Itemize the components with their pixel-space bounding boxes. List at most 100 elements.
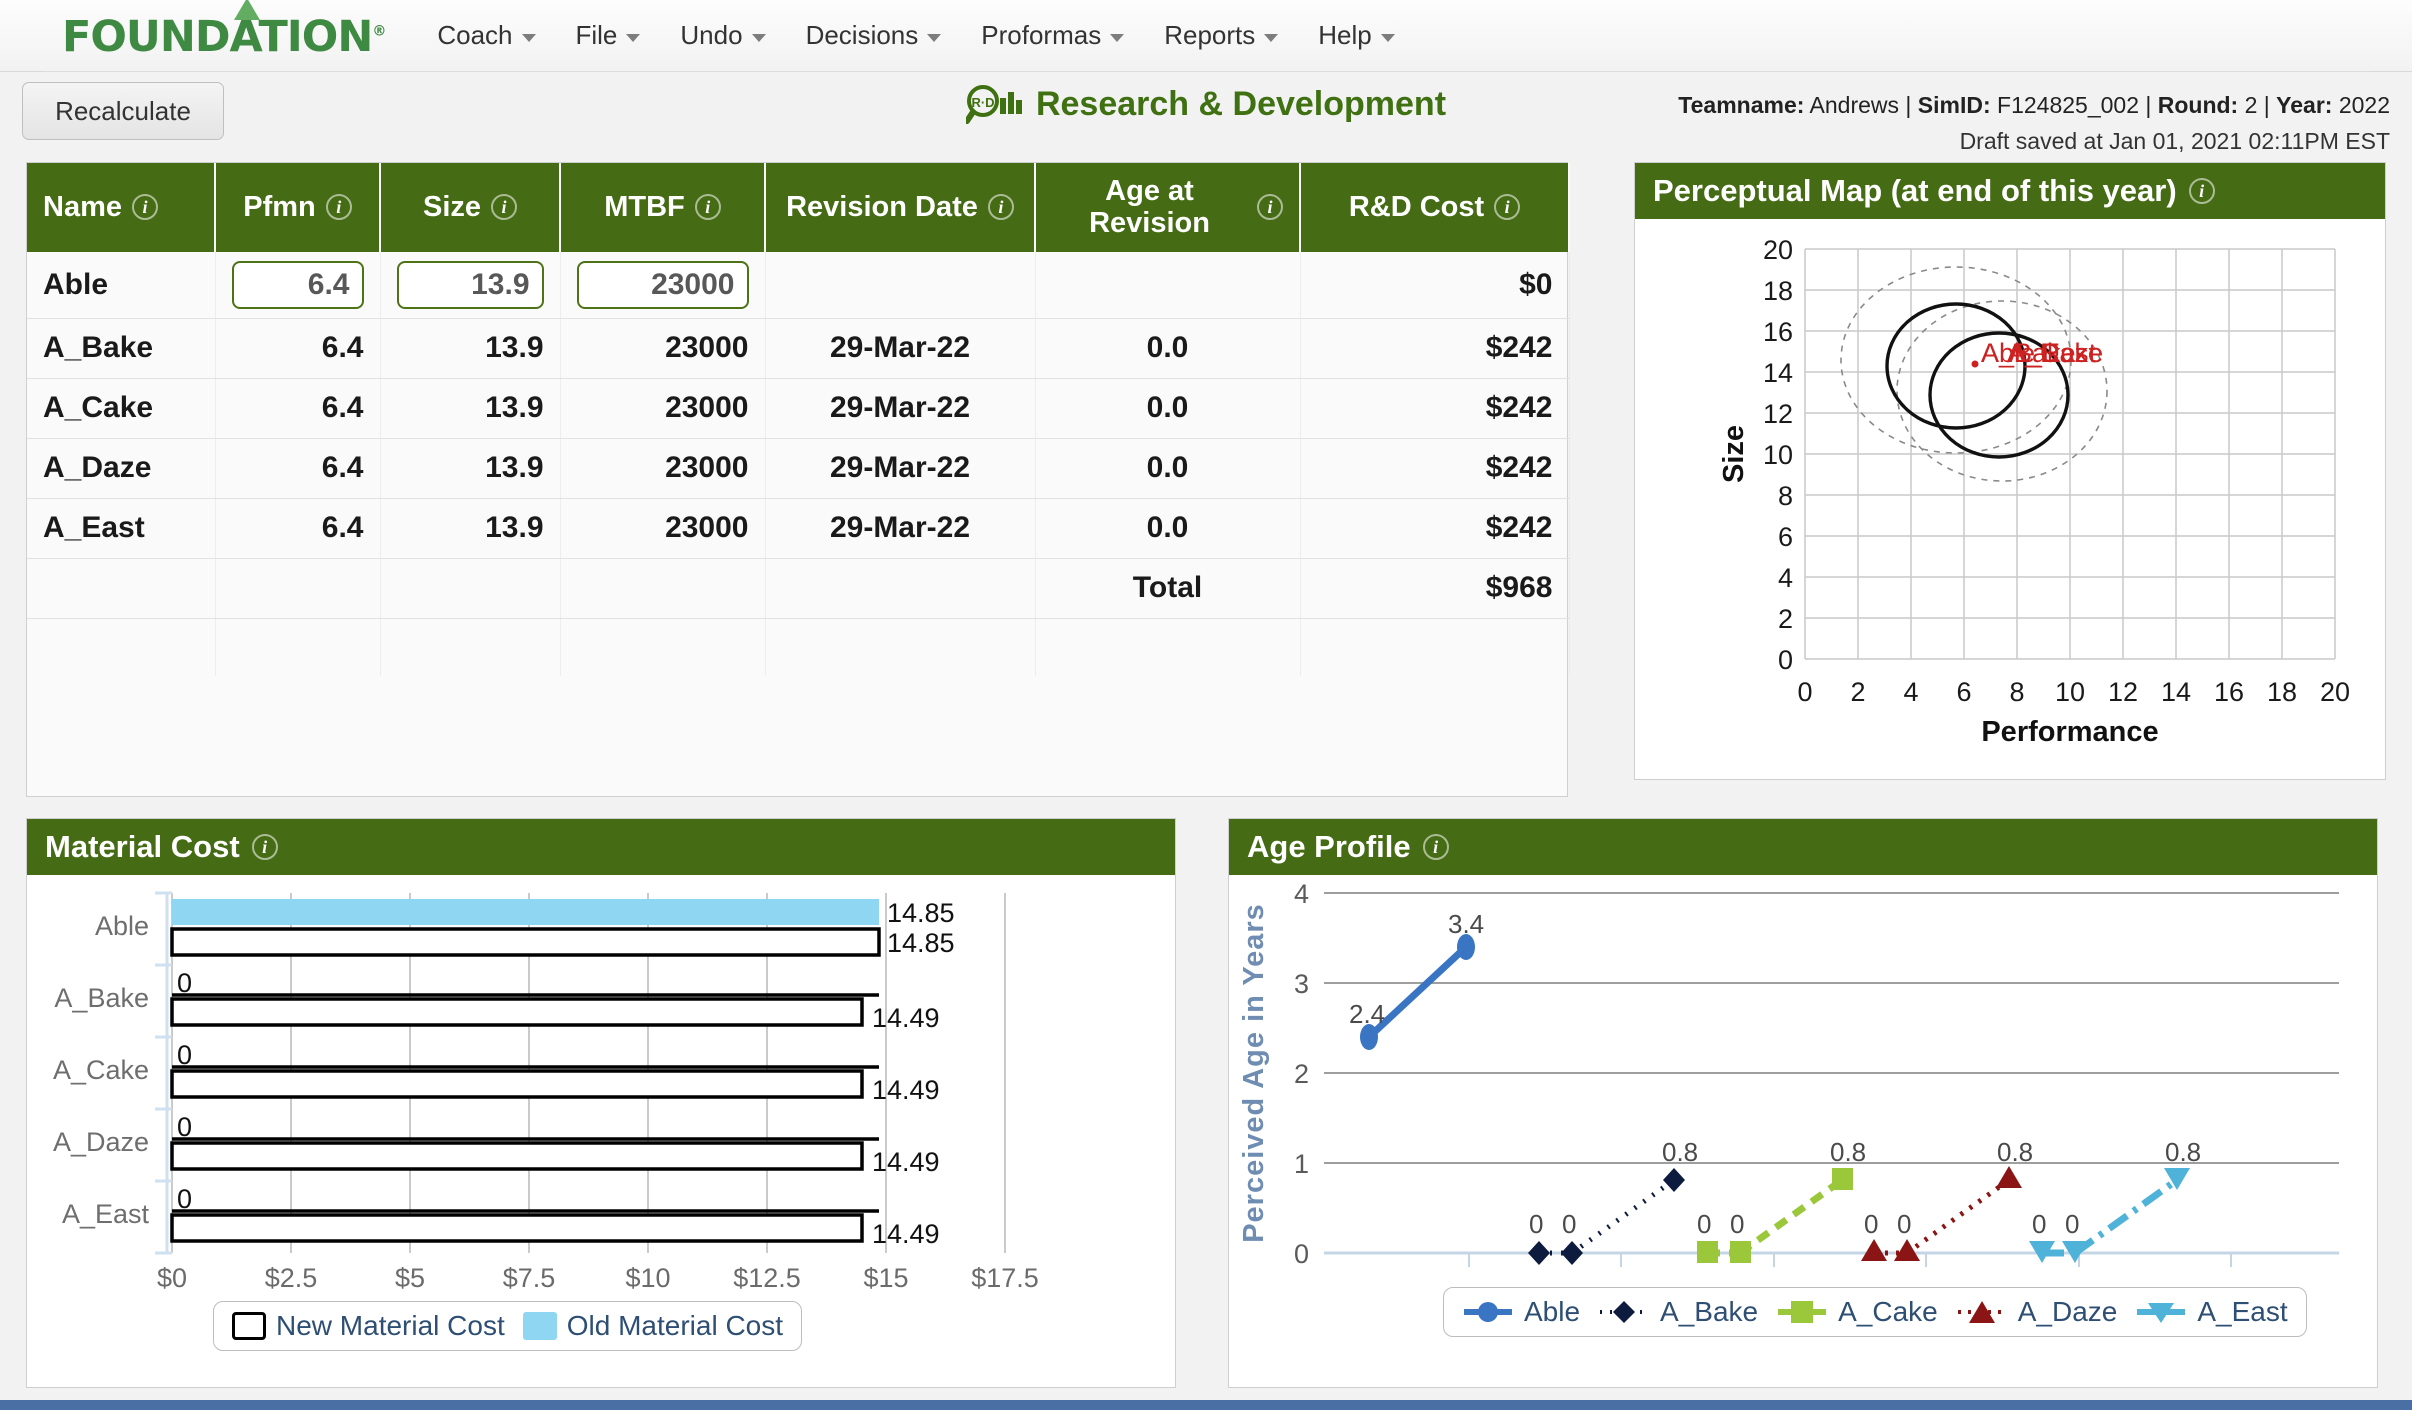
info-icon[interactable]: i — [988, 194, 1014, 220]
legend-marker-a-daze-icon — [1956, 1299, 2008, 1325]
column-header-name[interactable]: Namei — [27, 163, 215, 252]
cell-age-at-revision: 0.0 — [1035, 498, 1300, 558]
separator: | — [1905, 92, 1911, 118]
cell-rd-cost: $242 — [1300, 498, 1569, 558]
info-icon[interactable]: i — [2189, 178, 2215, 204]
chevron-down-icon — [927, 34, 941, 42]
pfmn-input[interactable] — [232, 261, 364, 309]
bar-new-material-cost — [172, 1143, 862, 1169]
info-icon[interactable]: i — [491, 194, 517, 220]
data-label-a-daze: 0 — [1897, 1209, 1911, 1239]
chevron-down-icon — [1110, 34, 1124, 42]
series-marker-a-cake — [1832, 1168, 1853, 1190]
pmap-ytick: 12 — [1763, 399, 1793, 429]
series-marker-a-daze — [1996, 1166, 2022, 1188]
cell-empty — [1035, 618, 1300, 676]
column-header-mtbf[interactable]: MTBF i — [560, 163, 765, 252]
legend-item-a-bake[interactable]: A_Bake — [1598, 1296, 1758, 1328]
ytick: 0 — [1294, 1239, 1309, 1269]
info-icon[interactable]: i — [1494, 194, 1520, 220]
cell-revision-date — [765, 252, 1035, 319]
legend-label: A_Cake — [1838, 1296, 1938, 1328]
pmap-xtick: 6 — [1956, 677, 1971, 707]
legend-label: Able — [1524, 1296, 1580, 1328]
series-marker-a-daze — [1861, 1239, 1887, 1261]
menu-item-file[interactable]: File — [556, 14, 661, 57]
material-cost-chart[interactable]: 14.85 14.85 0 14.49 0 14.49 0 14.49 0 14… — [27, 875, 1175, 1335]
material-cost-legend: New Material Cost Old Material Cost — [213, 1301, 802, 1351]
cell-empty — [380, 558, 560, 618]
year-label: Year: — [2276, 92, 2332, 118]
bar-old-material-cost — [172, 899, 879, 925]
cell-age-at-revision — [1035, 252, 1300, 319]
column-header-pfmn[interactable]: Pfmni — [215, 163, 380, 252]
cell-rd-cost: $242 — [1300, 318, 1569, 378]
cell-product-name: A_Bake — [27, 318, 215, 378]
pmap-ytick: 8 — [1778, 481, 1793, 511]
pmap-xtick: 2 — [1850, 677, 1865, 707]
menu-label: Decisions — [806, 20, 919, 51]
info-icon[interactable]: i — [695, 194, 721, 220]
rd-table-panel: Namei Pfmni Sizei MTBF i Revision Date i A… — [26, 162, 1568, 797]
info-icon[interactable]: i — [132, 194, 158, 220]
legend-item-able[interactable]: Able — [1462, 1296, 1580, 1328]
age-profile-chart[interactable]: 2.4 3.4 0 0 0.8 0 0 0.8 0 0 0.8 — [1229, 875, 2377, 1335]
info-icon[interactable]: i — [252, 834, 278, 860]
column-header-age-at-revision[interactable]: Age at Revisioni — [1035, 163, 1300, 252]
chevron-down-icon — [626, 34, 640, 42]
legend-item-old-material-cost[interactable]: Old Material Cost — [523, 1310, 783, 1342]
legend-item-a-east[interactable]: A_East — [2135, 1296, 2287, 1328]
cell-empty — [560, 558, 765, 618]
info-icon[interactable]: i — [1423, 834, 1449, 860]
category-label-a-east: A_East — [62, 1199, 150, 1229]
bar-value-label: 14.49 — [872, 1003, 940, 1033]
mtbf-input[interactable] — [577, 261, 749, 309]
table-row: A_East 6.4 13.9 23000 29-Mar-22 0.0 $242 — [27, 498, 1569, 558]
legend-marker-a-east-icon — [2135, 1299, 2187, 1325]
info-icon[interactable]: i — [326, 194, 352, 220]
legend-item-new-material-cost[interactable]: New Material Cost — [232, 1310, 505, 1342]
material-cost-panel: Material Cost i 14.85 14.85 — [26, 818, 1176, 1388]
column-header-revision-date[interactable]: Revision Date i — [765, 163, 1035, 252]
menu-item-coach[interactable]: Coach — [417, 14, 555, 57]
size-input[interactable] — [397, 261, 544, 309]
info-icon[interactable]: i — [1257, 194, 1283, 220]
data-label-a-east: 0 — [2065, 1209, 2079, 1239]
column-label: Revision Date — [786, 191, 978, 223]
bar-new-material-cost — [172, 1215, 862, 1241]
legend-item-a-daze[interactable]: A_Daze — [1956, 1296, 2118, 1328]
legend-item-a-cake[interactable]: A_Cake — [1776, 1296, 1938, 1328]
data-label-a-bake: 0 — [1529, 1209, 1543, 1239]
xtick: $7.5 — [503, 1263, 556, 1293]
menu-item-reports[interactable]: Reports — [1144, 14, 1298, 57]
pmap-xtick: 10 — [2055, 677, 2085, 707]
pmap-ytick: 2 — [1778, 604, 1793, 634]
foundation-logo[interactable]: FOUNDATION® — [62, 14, 385, 57]
bar-value-label: 14.85 — [887, 928, 955, 958]
menu-item-decisions[interactable]: Decisions — [786, 14, 962, 57]
separator: | — [2264, 92, 2270, 118]
logo-triangle-icon — [234, 0, 260, 20]
round-value: 2 — [2245, 92, 2258, 118]
category-label-able: Able — [95, 911, 149, 941]
cell-rd-cost: $242 — [1300, 438, 1569, 498]
pmap-ytick: 16 — [1763, 317, 1793, 347]
column-label: MTBF — [604, 191, 685, 223]
registered-mark: ® — [372, 24, 385, 40]
perceptual-map-chart[interactable]: A_Bake A_Cake A_Daze A_East Able 20 18 1… — [1635, 219, 2385, 779]
menu-item-proformas[interactable]: Proformas — [961, 14, 1144, 57]
top-navigation-bar: FOUNDATION® Coach File Undo Decisions Pr… — [0, 0, 2412, 72]
total-rd-cost: $968 — [1300, 558, 1569, 618]
column-header-size[interactable]: Sizei — [380, 163, 560, 252]
main-menu: Coach File Undo Decisions Proformas Repo… — [417, 14, 1414, 57]
xtick: $5 — [395, 1263, 425, 1293]
cell-product-name: A_East — [27, 498, 215, 558]
menu-item-undo[interactable]: Undo — [660, 14, 785, 57]
category-label-a-cake: A_Cake — [53, 1055, 149, 1085]
data-label-a-bake: 0.8 — [1662, 1137, 1698, 1167]
xtick: $17.5 — [971, 1263, 1039, 1293]
menu-item-help[interactable]: Help — [1298, 14, 1414, 57]
column-header-rd-cost[interactable]: R&D Costi — [1300, 163, 1569, 252]
teamname-value: Andrews — [1810, 92, 1899, 118]
bar-new-material-cost — [172, 1071, 862, 1097]
